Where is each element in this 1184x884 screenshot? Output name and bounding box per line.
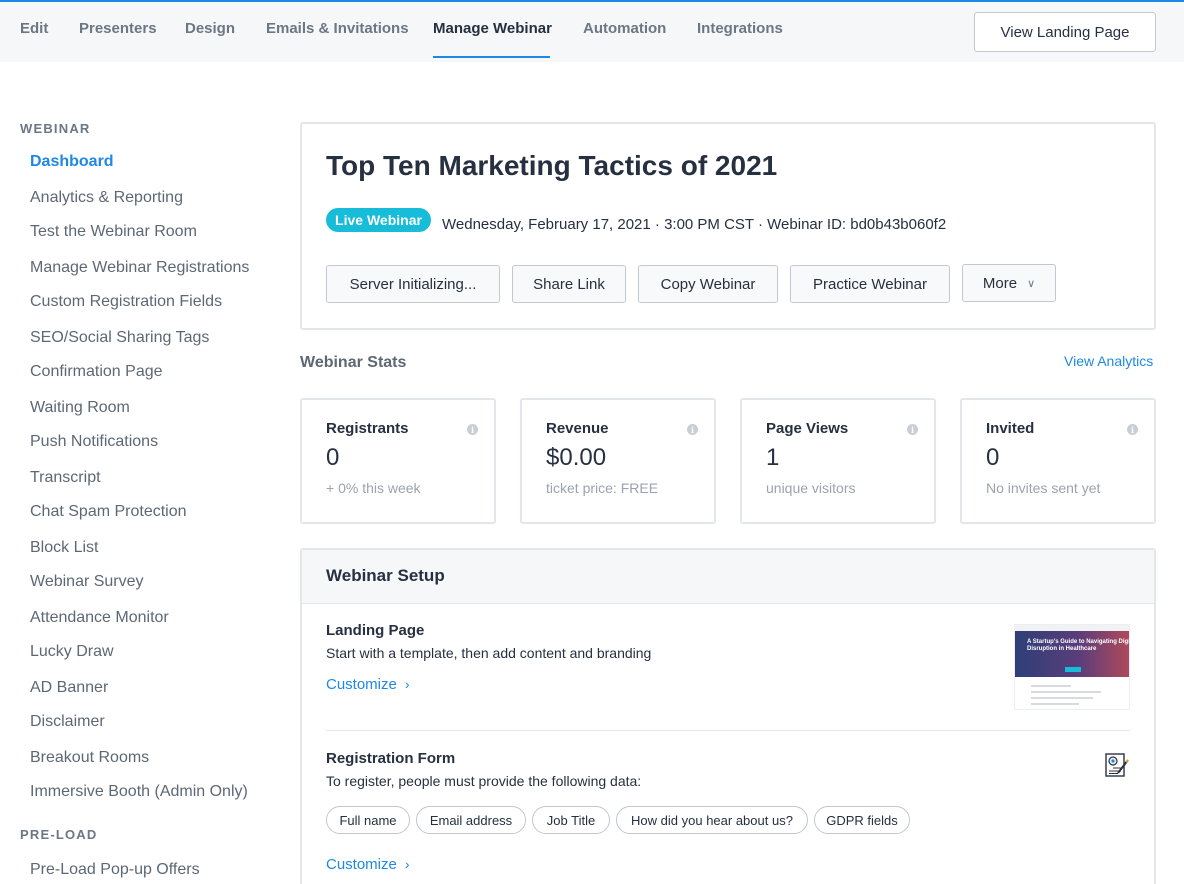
sidebar-item-disclaimer[interactable]: Disclaimer xyxy=(30,713,105,731)
stat-subtext: + 0% this week xyxy=(326,480,421,496)
tab-automation[interactable]: Automation xyxy=(583,20,666,37)
view-landing-page-button[interactable]: View Landing Page xyxy=(974,12,1156,52)
thumbnail-text-line xyxy=(1031,703,1079,705)
webinar-stats-heading: Webinar Stats xyxy=(300,354,407,371)
thumbnail-heading: A Startup's Guide to Navigating Digital D… xyxy=(1027,639,1130,652)
customize-label: Customize xyxy=(326,856,397,873)
field-pill-email: Email address xyxy=(416,806,526,834)
webinar-meta: Wednesday, February 17, 2021 · 3:00 PM C… xyxy=(442,216,947,233)
more-label: More xyxy=(982,274,1018,292)
stat-subtext: No invites sent yet xyxy=(986,480,1101,496)
stat-card-revenue: Revenue i $0.00 ticket price: FREE xyxy=(520,398,716,524)
active-tab-indicator xyxy=(433,56,550,58)
stat-value: $0.00 xyxy=(546,444,607,471)
stat-label: Revenue xyxy=(546,420,609,437)
certificate-form-icon xyxy=(1105,753,1129,777)
info-icon[interactable]: i xyxy=(1127,424,1138,435)
stat-card-registrants: Registrants i 0 + 0% this week xyxy=(300,398,496,524)
sidebar-item-test-room[interactable]: Test the Webinar Room xyxy=(30,223,197,241)
info-icon[interactable]: i xyxy=(467,424,478,435)
server-initializing-button[interactable]: Server Initializing... xyxy=(326,265,500,303)
thumbnail-text-line xyxy=(1031,691,1101,693)
setup-title: Webinar Setup xyxy=(326,566,445,585)
registration-customize-link[interactable]: Customize › xyxy=(326,856,410,873)
stat-value: 0 xyxy=(986,444,1000,471)
stat-label: Registrants xyxy=(326,420,409,437)
sidebar-heading-webinar: WEBINAR xyxy=(20,121,91,136)
sidebar-item-push[interactable]: Push Notifications xyxy=(30,433,158,451)
thumbnail-text-line xyxy=(1031,685,1071,687)
chevron-down-icon: ∨ xyxy=(1027,277,1036,290)
registration-form-title: Registration Form xyxy=(326,750,456,767)
tab-design[interactable]: Design xyxy=(185,20,235,37)
webinar-title: Top Ten Marketing Tactics of 2021 xyxy=(326,150,778,181)
stat-card-page-views: Page Views i 1 unique visitors xyxy=(740,398,936,524)
info-icon[interactable]: i xyxy=(907,424,918,435)
sidebar-item-custom-fields[interactable]: Custom Registration Fields xyxy=(30,293,222,311)
more-dropdown-button[interactable]: More ∨ xyxy=(962,264,1056,302)
sidebar-item-confirmation[interactable]: Confirmation Page xyxy=(30,363,163,381)
tab-emails-invitations[interactable]: Emails & Invitations xyxy=(266,20,409,37)
sidebar-item-ad-banner[interactable]: AD Banner xyxy=(30,679,108,697)
sidebar-item-analytics[interactable]: Analytics & Reporting xyxy=(30,189,183,207)
practice-webinar-button[interactable]: Practice Webinar xyxy=(790,265,950,303)
top-navigation: Edit Presenters Design Emails & Invitati… xyxy=(0,2,1184,62)
sidebar-item-dashboard[interactable]: Dashboard xyxy=(30,153,114,171)
tab-integrations[interactable]: Integrations xyxy=(697,20,783,37)
thumbnail-button xyxy=(1065,667,1081,672)
sidebar-heading-preload: PRE-LOAD xyxy=(20,827,98,842)
stat-card-invited: Invited i 0 No invites sent yet xyxy=(960,398,1156,524)
thumbnail-hero: A Startup's Guide to Navigating Digital D… xyxy=(1015,631,1130,677)
live-webinar-badge: Live Webinar xyxy=(326,208,431,232)
share-link-button[interactable]: Share Link xyxy=(512,265,626,303)
stat-subtext: ticket price: FREE xyxy=(546,480,659,496)
sidebar-item-registrations[interactable]: Manage Webinar Registrations xyxy=(30,259,249,277)
tab-edit[interactable]: Edit xyxy=(20,20,48,37)
customize-label: Customize xyxy=(326,676,397,693)
sidebar-item-chat-spam[interactable]: Chat Spam Protection xyxy=(30,503,187,521)
stat-label: Page Views xyxy=(766,420,849,437)
chevron-right-icon: › xyxy=(404,676,410,692)
sidebar-item-seo[interactable]: SEO/Social Sharing Tags xyxy=(30,329,209,347)
field-pill-job-title: Job Title xyxy=(532,806,610,834)
sidebar-item-block-list[interactable]: Block List xyxy=(30,539,98,557)
sidebar-item-lucky-draw[interactable]: Lucky Draw xyxy=(30,643,114,661)
tab-manage-webinar[interactable]: Manage Webinar xyxy=(433,20,552,37)
view-analytics-link[interactable]: View Analytics xyxy=(1064,353,1153,369)
field-pill-gdpr: GDPR fields xyxy=(814,806,910,834)
setup-divider xyxy=(326,730,1130,731)
sidebar-item-waiting-room[interactable]: Waiting Room xyxy=(30,399,130,417)
sidebar-item-attendance[interactable]: Attendance Monitor xyxy=(30,609,169,627)
sidebar-item-transcript[interactable]: Transcript xyxy=(30,469,101,487)
sidebar-item-immersive-booth[interactable]: Immersive Booth (Admin Only) xyxy=(30,783,248,801)
registration-form-desc: To register, people must provide the fol… xyxy=(326,773,642,789)
copy-webinar-button[interactable]: Copy Webinar xyxy=(638,265,778,303)
landing-page-desc: Start with a template, then add content … xyxy=(326,645,652,661)
info-icon[interactable]: i xyxy=(687,424,698,435)
sidebar-item-survey[interactable]: Webinar Survey xyxy=(30,573,144,591)
sidebar-item-preload-offers[interactable]: Pre-Load Pop-up Offers xyxy=(30,861,200,879)
landing-page-title: Landing Page xyxy=(326,622,425,639)
stat-subtext: unique visitors xyxy=(766,480,856,496)
thumbnail-text-line xyxy=(1031,697,1093,699)
stat-label: Invited xyxy=(986,420,1035,437)
field-pill-how-heard: How did you hear about us? xyxy=(616,806,808,834)
field-pill-full-name: Full name xyxy=(326,806,410,834)
setup-header: Webinar Setup xyxy=(302,550,1154,604)
landing-customize-link[interactable]: Customize › xyxy=(326,676,410,693)
chevron-right-icon: › xyxy=(404,856,410,872)
stat-value: 1 xyxy=(766,444,780,471)
tab-presenters[interactable]: Presenters xyxy=(79,20,157,37)
landing-page-thumbnail[interactable]: A Startup's Guide to Navigating Digital D… xyxy=(1014,624,1130,710)
stat-value: 0 xyxy=(326,444,340,471)
sidebar-item-breakout[interactable]: Breakout Rooms xyxy=(30,749,149,767)
